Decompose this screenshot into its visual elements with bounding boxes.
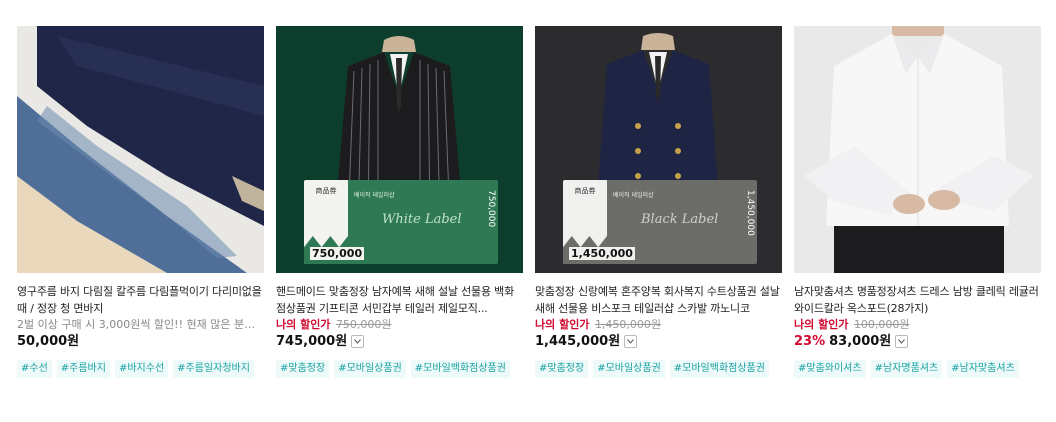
product-image-dress-shirt[interactable]	[794, 26, 1041, 273]
product-title[interactable]: 남자맞춤셔츠 명품정장셔츠 드레스 남방 클레릭 레귤러 와이드칼라 옥스포드(…	[794, 283, 1041, 317]
tag-list: #수선 #주름바지 #바지수선 #주름일자청바지	[17, 360, 264, 378]
discount-label: 나의 할인가	[794, 318, 849, 331]
price-row: 745,000원	[276, 332, 523, 351]
voucher-amount: 1,450,000	[569, 247, 635, 260]
dress-shirt-photo	[794, 26, 1041, 273]
product-price: 1,445,000원	[535, 334, 621, 349]
chevron-down-icon[interactable]	[351, 335, 365, 348]
product-card[interactable]: 영구주름 바지 다림질 칼주름 다림플먹이기 다리미없을때 / 정장 청 면바지…	[17, 26, 264, 378]
gift-voucher: 商品券 베이직 테일러샵 Black Label 1,450,000 1,450…	[563, 180, 757, 264]
product-image-trousers[interactable]	[17, 26, 264, 273]
product-card[interactable]: 商品券 베이직 테일러샵 Black Label 1,450,000 1,450…	[535, 26, 782, 378]
voucher-script: Black Label	[641, 212, 719, 227]
tag[interactable]: #맞춤와이셔츠	[794, 360, 866, 378]
voucher-amount: 750,000	[310, 247, 365, 260]
product-price: 745,000원	[276, 334, 348, 349]
discount-percent: 23%	[794, 334, 826, 349]
discount-row: 나의 할인가 100,000원	[794, 317, 1041, 332]
tag[interactable]: #남자명품셔츠	[870, 360, 943, 378]
chevron-down-icon[interactable]	[895, 335, 909, 348]
product-price: 83,000원	[829, 334, 892, 349]
original-price: 1,450,000원	[594, 318, 662, 331]
tag[interactable]: #바지수선	[114, 360, 169, 378]
tag[interactable]: #모바일백화점상품권	[669, 360, 769, 378]
tag[interactable]: #주름일자청바지	[173, 360, 254, 378]
tag[interactable]: #주름바지	[56, 360, 110, 378]
product-image-suit-voucher[interactable]: 商品券 베이직 테일러샵 White Label 750,000 750,000	[276, 26, 523, 273]
product-subtitle: 2벌 이상 구매 시 3,000원씩 할인!! 현재 많은 분들의 ...	[17, 318, 264, 331]
price-row: 23% 83,000원	[794, 332, 1041, 351]
tag[interactable]: #모바일백화점상품권	[410, 360, 510, 378]
price-row: 50,000원	[17, 332, 264, 351]
voucher-brand: 베이직 테일러샵	[613, 192, 654, 199]
gift-voucher: 商品券 베이직 테일러샵 White Label 750,000 750,000	[304, 180, 498, 264]
product-card[interactable]: 남자맞춤셔츠 명품정장셔츠 드레스 남방 클레릭 레귤러 와이드칼라 옥스포드(…	[794, 26, 1041, 378]
product-card[interactable]: 商品券 베이직 테일러샵 White Label 750,000 750,000…	[276, 26, 523, 378]
tag[interactable]: #모바일상품권	[593, 360, 665, 378]
product-title[interactable]: 영구주름 바지 다림질 칼주름 다림플먹이기 다리미없을때 / 정장 청 면바지	[17, 283, 264, 317]
voucher-script: White Label	[382, 212, 462, 227]
voucher-header: 商品券	[574, 187, 596, 195]
tag[interactable]: #남자맞춤셔츠	[947, 360, 1019, 378]
discount-label: 나의 할인가	[535, 318, 590, 331]
product-image-navy-suit-voucher[interactable]: 商品券 베이직 테일러샵 Black Label 1,450,000 1,450…	[535, 26, 782, 273]
discount-row: 나의 할인가 750,000원	[276, 317, 523, 332]
tag[interactable]: #맞춤정장	[535, 360, 589, 378]
price-row: 1,445,000원	[535, 332, 782, 351]
tag[interactable]: #모바일상품권	[334, 360, 406, 378]
product-price: 50,000원	[17, 334, 80, 349]
voucher-header: 商品券	[315, 187, 337, 195]
voucher-amount-vertical: 1,450,000	[745, 190, 755, 236]
tag-list: #맞춤정장 #모바일상품권 #모바일백화점상품권	[276, 360, 523, 378]
discount-label: 나의 할인가	[276, 318, 331, 331]
tag-list: #맞춤정장 #모바일상품권 #모바일백화점상품권	[535, 360, 782, 378]
tag[interactable]: #수선	[17, 360, 52, 378]
original-price: 100,000원	[853, 318, 910, 331]
original-price: 750,000원	[335, 318, 392, 331]
tag[interactable]: #맞춤정장	[276, 360, 330, 378]
trousers-photo	[17, 26, 264, 273]
product-title[interactable]: 맞춤정장 신랑예복 혼주양복 회사복지 수트상품권 설날 새해 선물용 비스포크…	[535, 283, 782, 317]
voucher-amount-vertical: 750,000	[486, 190, 496, 228]
discount-row: 나의 할인가 1,450,000원	[535, 317, 782, 332]
tag-list: #맞춤와이셔츠 #남자명품셔츠 #남자맞춤셔츠	[794, 360, 1041, 378]
chevron-down-icon[interactable]	[624, 335, 638, 348]
product-title[interactable]: 핸드메이드 맞춤정장 남자예복 새해 설날 선물용 백화점상품권 기프티콘 서민…	[276, 283, 523, 317]
voucher-brand: 베이직 테일러샵	[354, 192, 395, 199]
